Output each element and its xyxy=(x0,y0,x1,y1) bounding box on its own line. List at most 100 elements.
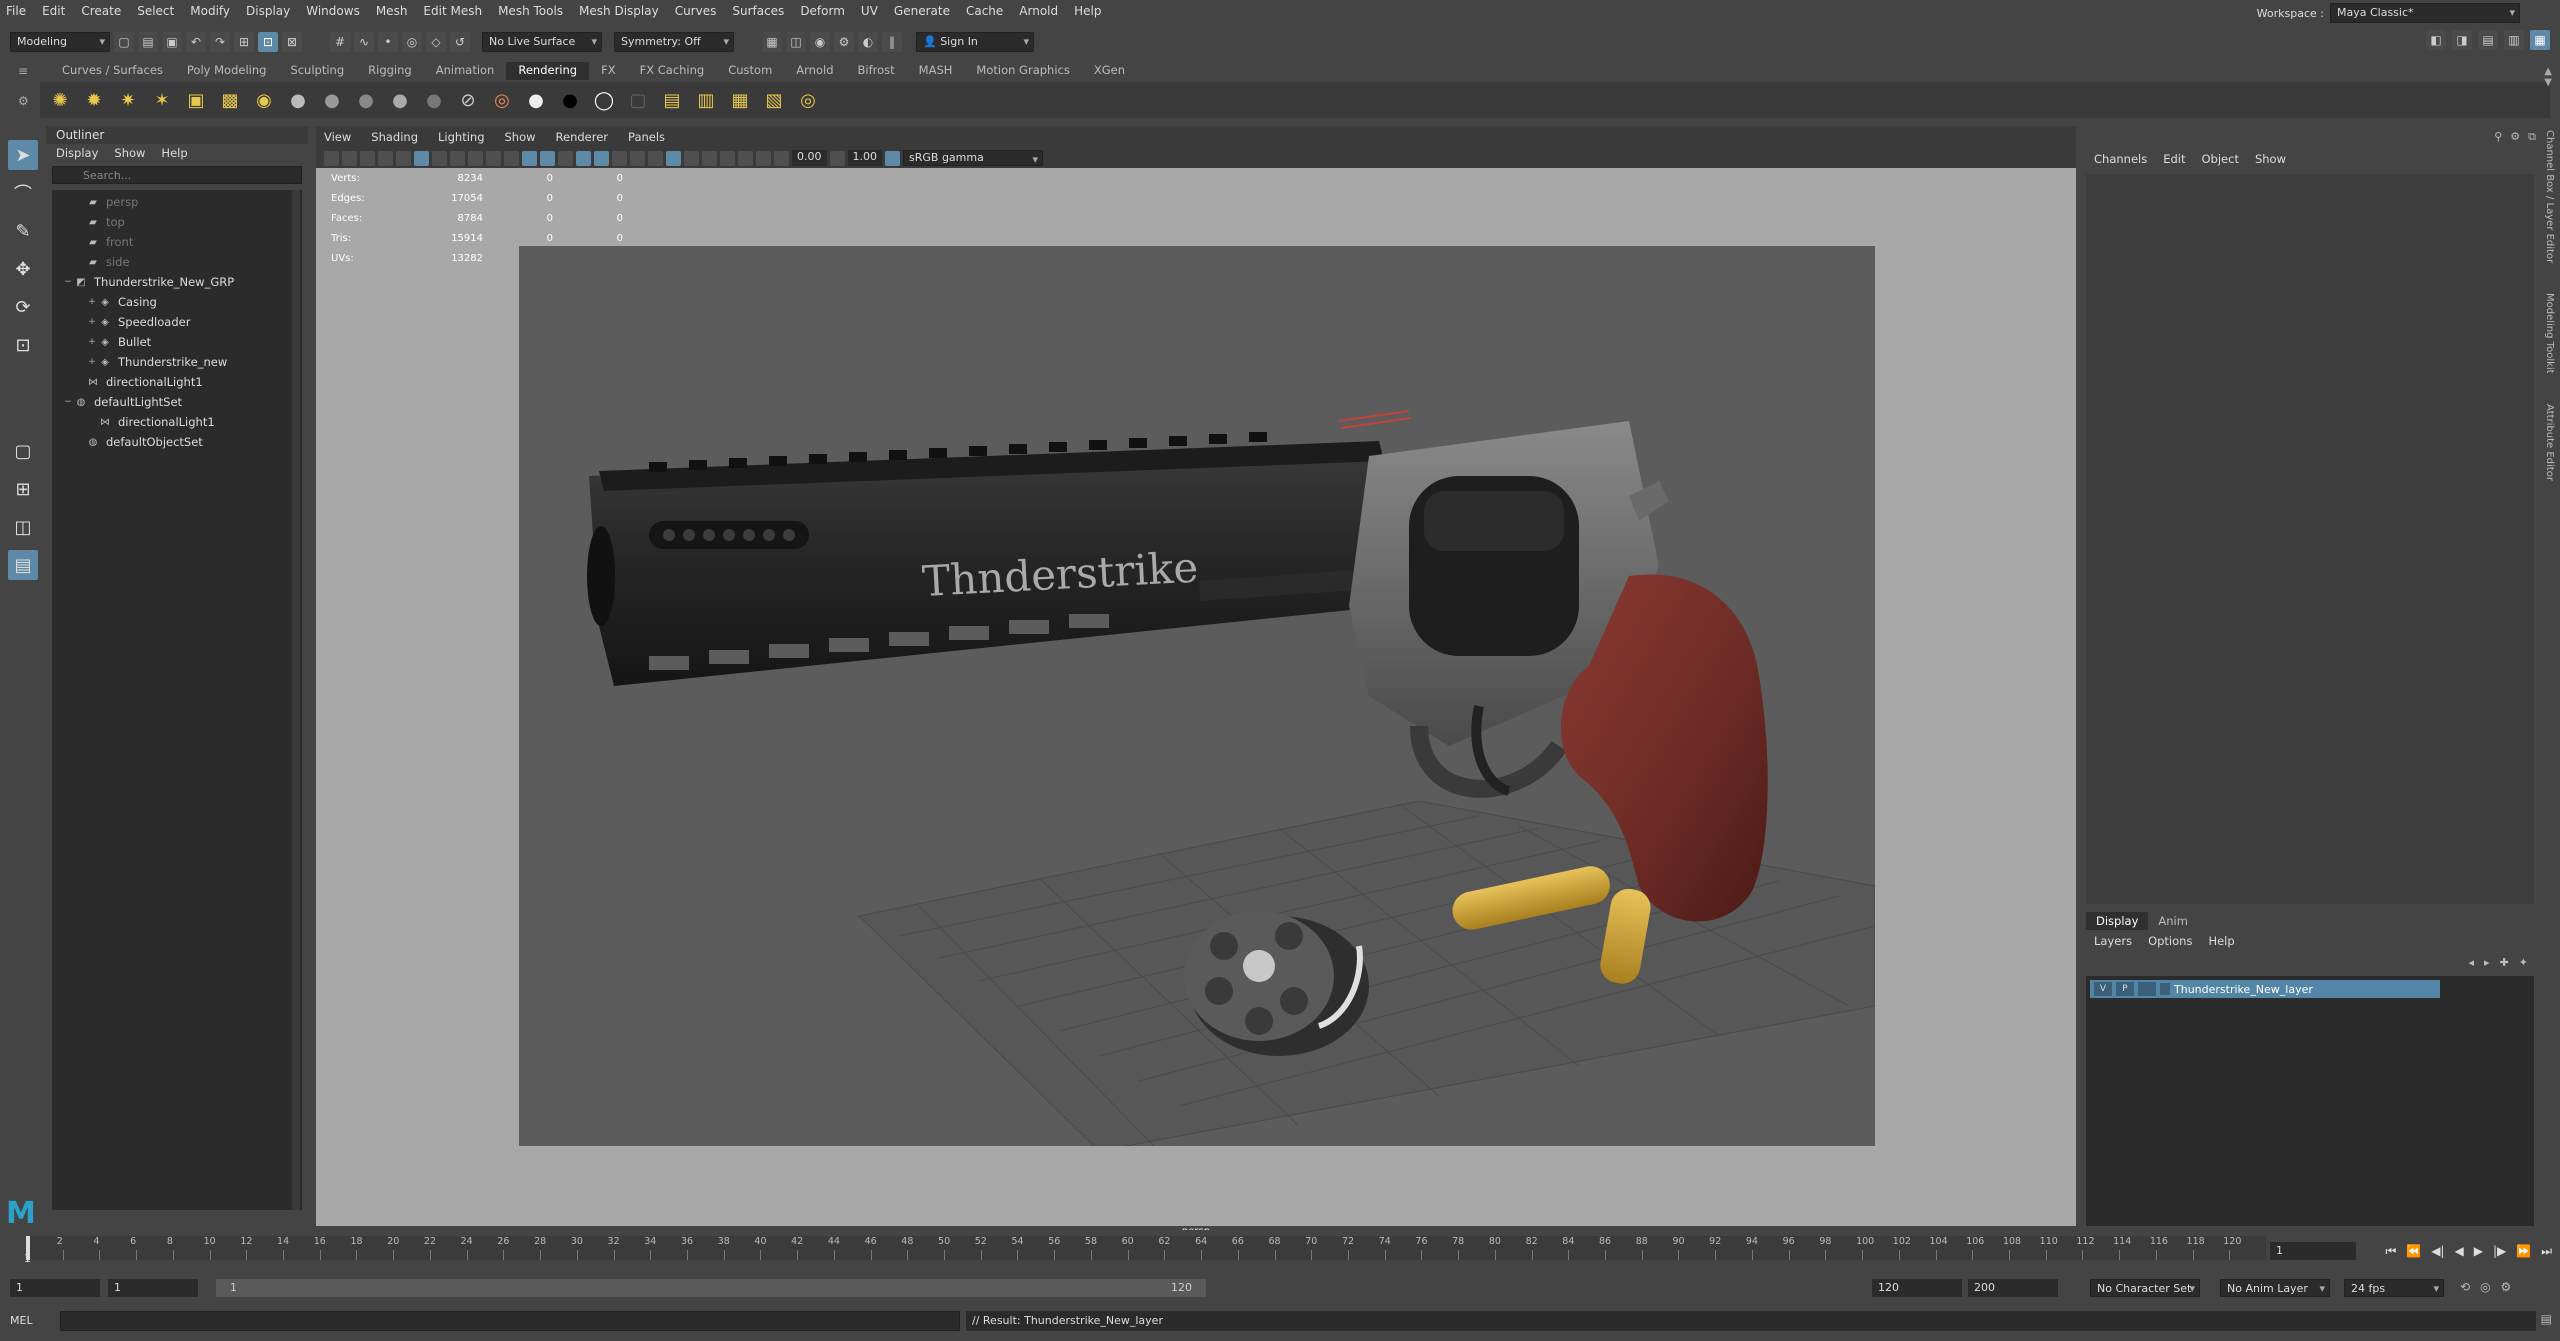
workspace-dropdown[interactable]: Maya Classic* xyxy=(2330,3,2520,23)
snap-surface-icon[interactable]: ◇ xyxy=(426,32,446,52)
gamma-field[interactable]: 1.00 xyxy=(847,150,882,166)
menu-create[interactable]: Create xyxy=(81,4,121,18)
outliner-item[interactable]: − ◍ defaultLightSet xyxy=(52,392,302,412)
menu-edit[interactable]: Edit xyxy=(42,4,65,18)
render-icon[interactable]: ◫ xyxy=(786,32,806,52)
rotate-tool-icon[interactable]: ⟳ xyxy=(8,292,38,322)
ambient-occlusion-icon[interactable] xyxy=(630,150,645,166)
layer-menu-help[interactable]: Help xyxy=(2208,934,2234,948)
snap-point-icon[interactable]: • xyxy=(378,32,398,52)
menu-uv[interactable]: UV xyxy=(861,4,878,18)
move-tool-icon[interactable]: ✥ xyxy=(8,254,38,284)
layer-visibility-toggle[interactable]: V xyxy=(2094,982,2112,996)
use-default-material-icon[interactable] xyxy=(558,150,573,166)
viewport-menu-lighting[interactable]: Lighting xyxy=(438,130,484,144)
select-hierarchy-icon[interactable]: ⊞ xyxy=(234,32,254,52)
expander-icon[interactable]: − xyxy=(62,277,74,287)
image-plane-icon[interactable] xyxy=(378,150,393,166)
shelf-tab-mash[interactable]: MASH xyxy=(907,62,965,80)
material-blinn-icon[interactable]: ● xyxy=(284,86,312,114)
toggle-attribute-editor-icon[interactable]: ◨ xyxy=(2452,30,2472,50)
material-lambert-icon[interactable]: ● xyxy=(318,86,346,114)
camera-icon[interactable]: ◉ xyxy=(250,86,278,114)
viewport-menu-renderer[interactable]: Renderer xyxy=(556,130,609,144)
step-forward-frame-icon[interactable]: |▶ xyxy=(2493,1244,2506,1259)
xray-joints-icon[interactable] xyxy=(738,150,753,166)
exposure-field[interactable]: 0.00 xyxy=(792,150,827,166)
layer-tab-anim[interactable]: Anim xyxy=(2148,912,2198,930)
menu-deform[interactable]: Deform xyxy=(800,4,845,18)
menu-file[interactable]: File xyxy=(6,4,26,18)
menu-set-dropdown[interactable]: Modeling xyxy=(10,32,110,52)
character-set-dropdown[interactable]: No Character Set xyxy=(2090,1279,2200,1297)
pin-icon[interactable]: ⚲ xyxy=(2494,130,2502,144)
expander-icon[interactable]: + xyxy=(86,357,98,367)
open-scene-icon[interactable]: ▤ xyxy=(138,32,158,52)
pause-icon[interactable]: ‖ xyxy=(882,32,902,52)
outliner-item[interactable]: + ◈ Thunderstrike_new xyxy=(52,352,302,372)
live-surface-dropdown[interactable]: No Live Surface xyxy=(482,32,602,52)
viewport-menu-shading[interactable]: Shading xyxy=(371,130,418,144)
menu-display[interactable]: Display xyxy=(246,4,290,18)
menu-select[interactable]: Select xyxy=(137,4,174,18)
viewport-menu-view[interactable]: View xyxy=(324,130,351,144)
scale-tool-icon[interactable]: ⊡ xyxy=(8,330,38,360)
step-back-frame-icon[interactable]: ◀| xyxy=(2431,1244,2444,1259)
outliner-item[interactable]: + ◈ Bullet xyxy=(52,332,302,352)
select-component-icon[interactable]: ⊠ xyxy=(282,32,302,52)
render-region-icon[interactable]: ▢ xyxy=(624,86,652,114)
side-tab-attribute-editor[interactable]: Attribute Editor xyxy=(2544,404,2555,481)
expander-icon[interactable]: + xyxy=(86,297,98,307)
render-view-icon[interactable]: ▥ xyxy=(692,86,720,114)
layer-menu-layers[interactable]: Layers xyxy=(2094,934,2132,948)
four-view-layout-icon[interactable]: ⊞ xyxy=(8,474,38,504)
menu-windows[interactable]: Windows xyxy=(306,4,360,18)
shelf-tab-rigging[interactable]: Rigging xyxy=(356,62,424,80)
textured-icon[interactable] xyxy=(576,150,591,166)
hypershade-icon[interactable]: ◐ xyxy=(858,32,878,52)
settings-icon[interactable]: ⚙ xyxy=(2510,130,2520,144)
construction-history-icon[interactable]: ▦ xyxy=(762,32,782,52)
outliner-layout-icon[interactable]: ▤ xyxy=(8,550,38,580)
outliner-menu-help[interactable]: Help xyxy=(161,146,187,162)
anim-layer-dropdown[interactable]: No Anim Layer xyxy=(2220,1279,2330,1297)
loop-icon[interactable]: ⟲ xyxy=(2460,1280,2470,1294)
menu-mesh[interactable]: Mesh xyxy=(376,4,408,18)
menu-surfaces[interactable]: Surfaces xyxy=(732,4,784,18)
outliner-item[interactable]: ▰ front xyxy=(52,232,302,252)
go-to-end-icon[interactable]: ⏭ xyxy=(2541,1244,2552,1259)
toggle-modeling-toolkit-icon[interactable]: ◧ xyxy=(2426,30,2446,50)
shelf-settings-icon[interactable]: ⚙ xyxy=(18,94,29,108)
resolution-gate-icon[interactable] xyxy=(432,150,447,166)
single-perspective-layout-icon[interactable]: ▢ xyxy=(8,436,38,466)
layered-shader-icon[interactable]: ⊘ xyxy=(454,86,482,114)
use-all-lights-icon[interactable] xyxy=(594,150,609,166)
layer-playback-toggle[interactable]: P xyxy=(2116,982,2134,996)
lasso-tool-icon[interactable]: ⌒ xyxy=(8,178,38,208)
batch-render-icon[interactable]: ▤ xyxy=(658,86,686,114)
shelf-tab-xgen[interactable]: XGen xyxy=(1082,62,1137,80)
select-object-icon[interactable]: ⊡ xyxy=(258,32,278,52)
outliner-item[interactable]: + ◈ Speedloader xyxy=(52,312,302,332)
anim-prefs-icon[interactable]: ⚙ xyxy=(2501,1280,2512,1294)
snap-pivot-icon[interactable]: ↺ xyxy=(450,32,470,52)
fps-dropdown[interactable]: 24 fps xyxy=(2344,1279,2444,1297)
animation-start-field[interactable]: 1 xyxy=(10,1279,100,1297)
shelf-tab-curves-surfaces[interactable]: Curves / Surfaces xyxy=(50,62,175,80)
shelf-tab-bifrost[interactable]: Bifrost xyxy=(846,62,907,80)
symmetry-dropdown[interactable]: Symmetry: Off xyxy=(614,32,734,52)
outliner-item[interactable]: + ◈ Casing xyxy=(52,292,302,312)
ipr-render-icon[interactable]: ◉ xyxy=(810,32,830,52)
ambient-light-icon[interactable]: ✺ xyxy=(46,86,74,114)
script-editor-icon[interactable]: ▤ xyxy=(2541,1312,2552,1326)
menu-edit-mesh[interactable]: Edit Mesh xyxy=(423,4,482,18)
float-panel-icon[interactable]: ⧉ xyxy=(2528,130,2536,144)
anti-aliasing-icon[interactable] xyxy=(666,150,681,166)
shelf-tab-fx[interactable]: FX xyxy=(589,62,628,80)
motion-blur-icon[interactable] xyxy=(648,150,663,166)
outliner-item[interactable]: ▰ side xyxy=(52,252,302,272)
select-tool-icon[interactable]: ➤ xyxy=(8,140,38,170)
snap-grid-icon[interactable]: # xyxy=(330,32,350,52)
grid-toggle-icon[interactable] xyxy=(396,150,411,166)
ramp-shader-icon[interactable]: ◎ xyxy=(488,86,516,114)
